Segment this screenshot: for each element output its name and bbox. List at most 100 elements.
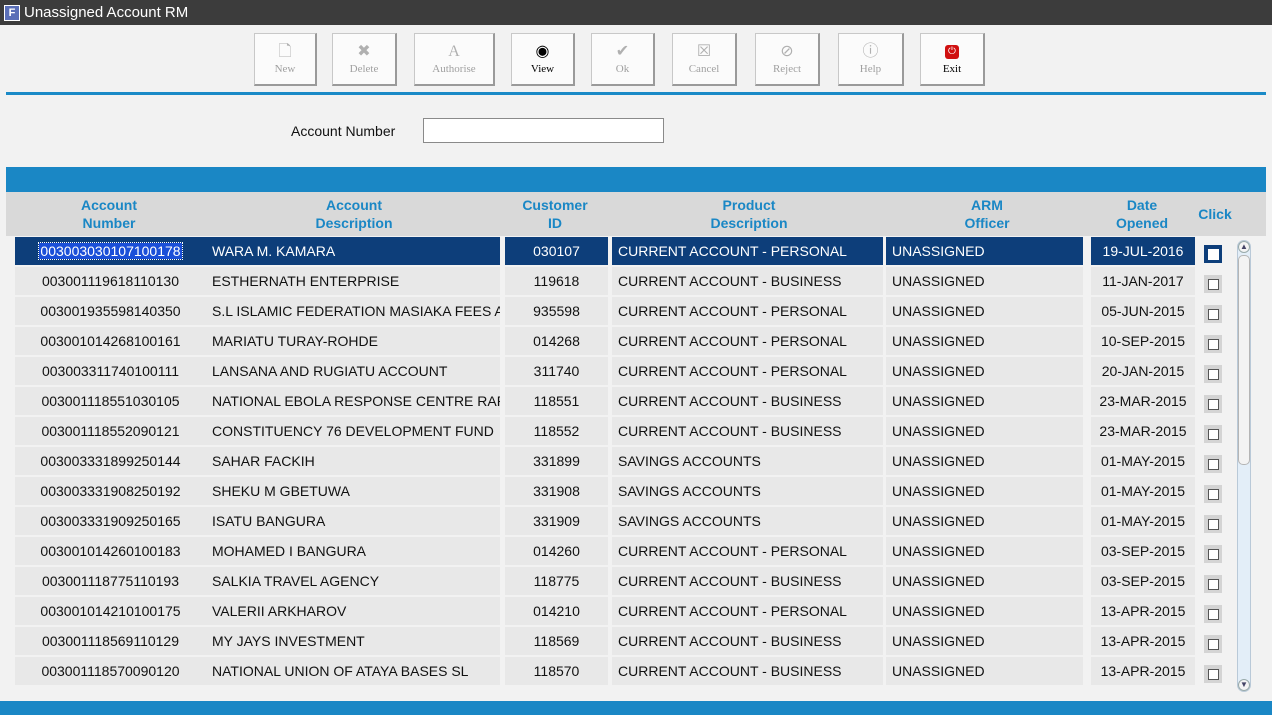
product-description-cell[interactable]: CURRENT ACCOUNT - PERSONAL <box>612 237 883 265</box>
account-number-cell[interactable]: 003001014210100175 <box>15 597 206 625</box>
row-select-checkbox[interactable] <box>1204 395 1222 413</box>
product-description-cell[interactable]: SAVINGS ACCOUNTS <box>612 477 883 505</box>
row-select-checkbox[interactable] <box>1204 305 1222 323</box>
account-description-cell[interactable]: MY JAYS INVESTMENT <box>206 627 500 655</box>
product-description-cell[interactable]: CURRENT ACCOUNT - PERSONAL <box>612 537 883 565</box>
customer-id-cell[interactable]: 331908 <box>505 477 608 505</box>
row-select-checkbox[interactable] <box>1204 545 1222 563</box>
row-select-checkbox[interactable] <box>1204 275 1222 293</box>
date-opened-cell[interactable]: 01-MAY-2015 <box>1091 477 1195 505</box>
account-number-cell[interactable]: 003003030107100178 <box>15 237 206 265</box>
date-opened-cell[interactable]: 01-MAY-2015 <box>1091 447 1195 475</box>
arm-officer-cell[interactable]: UNASSIGNED <box>886 447 1083 475</box>
account-description-cell[interactable]: SAHAR FACKIH <box>206 447 500 475</box>
arm-officer-cell[interactable]: UNASSIGNED <box>886 597 1083 625</box>
scroll-thumb[interactable] <box>1238 255 1250 465</box>
product-description-cell[interactable]: CURRENT ACCOUNT - BUSINESS <box>612 417 883 445</box>
customer-id-cell[interactable]: 118569 <box>505 627 608 655</box>
view-button[interactable]: ◉ View <box>511 33 575 86</box>
arm-officer-cell[interactable]: UNASSIGNED <box>886 567 1083 595</box>
arm-officer-cell[interactable]: UNASSIGNED <box>886 357 1083 385</box>
scroll-down-arrow-icon[interactable]: ▼ <box>1238 679 1250 691</box>
product-description-cell[interactable]: CURRENT ACCOUNT - BUSINESS <box>612 267 883 295</box>
header-customer-id[interactable]: Customer ID <box>504 192 606 236</box>
account-description-cell[interactable]: LANSANA AND RUGIATU ACCOUNT <box>206 357 500 385</box>
account-description-cell[interactable]: S.L ISLAMIC FEDERATION MASIAKA FEES A/C <box>206 297 500 325</box>
account-number-cell[interactable]: 003003311740100111 <box>15 357 206 385</box>
account-description-cell[interactable]: WARA M. KAMARA <box>206 237 500 265</box>
date-opened-cell[interactable]: 01-MAY-2015 <box>1091 507 1195 535</box>
ok-button[interactable]: ✔ Ok <box>591 33 655 86</box>
product-description-cell[interactable]: CURRENT ACCOUNT - BUSINESS <box>612 657 883 685</box>
row-select-checkbox[interactable] <box>1204 635 1222 653</box>
product-description-cell[interactable]: SAVINGS ACCOUNTS <box>612 507 883 535</box>
arm-officer-cell[interactable]: UNASSIGNED <box>886 297 1083 325</box>
arm-officer-cell[interactable]: UNASSIGNED <box>886 417 1083 445</box>
arm-officer-cell[interactable]: UNASSIGNED <box>886 657 1083 685</box>
scroll-up-arrow-icon[interactable]: ▲ <box>1238 241 1250 253</box>
account-number-cell[interactable]: 003001119618110130 <box>15 267 206 295</box>
arm-officer-cell[interactable]: UNASSIGNED <box>886 477 1083 505</box>
account-number-cell[interactable]: 003001118570090120 <box>15 657 206 685</box>
arm-officer-cell[interactable]: UNASSIGNED <box>886 537 1083 565</box>
customer-id-cell[interactable]: 118552 <box>505 417 608 445</box>
reject-button[interactable]: ⊘ Reject <box>755 33 820 86</box>
product-description-cell[interactable]: CURRENT ACCOUNT - PERSONAL <box>612 327 883 355</box>
customer-id-cell[interactable]: 311740 <box>505 357 608 385</box>
header-product-description[interactable]: Product Description <box>616 192 882 236</box>
customer-id-cell[interactable]: 118570 <box>505 657 608 685</box>
account-description-cell[interactable]: ISATU BANGURA <box>206 507 500 535</box>
product-description-cell[interactable]: CURRENT ACCOUNT - PERSONAL <box>612 297 883 325</box>
account-description-cell[interactable]: MOHAMED I BANGURA <box>206 537 500 565</box>
account-number-cell[interactable]: 003001118569110129 <box>15 627 206 655</box>
account-number-cell[interactable]: 003001014268100161 <box>15 327 206 355</box>
account-description-cell[interactable]: CONSTITUENCY 76 DEVELOPMENT FUND <box>206 417 500 445</box>
account-number-cell[interactable]: 003001014260100183 <box>15 537 206 565</box>
account-number-cell[interactable]: 003003331899250144 <box>15 447 206 475</box>
customer-id-cell[interactable]: 331899 <box>505 447 608 475</box>
date-opened-cell[interactable]: 13-APR-2015 <box>1091 597 1195 625</box>
account-number-cell[interactable]: 003001118775110193 <box>15 567 206 595</box>
row-select-checkbox[interactable] <box>1204 665 1222 683</box>
customer-id-cell[interactable]: 331909 <box>505 507 608 535</box>
cancel-button[interactable]: ☒ Cancel <box>672 33 737 86</box>
product-description-cell[interactable]: CURRENT ACCOUNT - PERSONAL <box>612 597 883 625</box>
header-date-opened[interactable]: Date Opened <box>1090 192 1194 236</box>
date-opened-cell[interactable]: 11-JAN-2017 <box>1091 267 1195 295</box>
row-select-checkbox[interactable] <box>1204 605 1222 623</box>
arm-officer-cell[interactable]: UNASSIGNED <box>886 267 1083 295</box>
date-opened-cell[interactable]: 05-JUN-2015 <box>1091 297 1195 325</box>
account-description-cell[interactable]: ESTHERNATH ENTERPRISE <box>206 267 500 295</box>
help-button[interactable]: ⓘ Help <box>838 33 904 86</box>
date-opened-cell[interactable]: 20-JAN-2015 <box>1091 357 1195 385</box>
delete-button[interactable]: ✖ Delete <box>332 33 397 86</box>
account-description-cell[interactable]: NATIONAL EBOLA RESPONSE CENTRE RAPID <box>206 387 500 415</box>
new-button[interactable]: 🗋 New <box>254 33 317 86</box>
date-opened-cell[interactable]: 19-JUL-2016 <box>1091 237 1195 265</box>
account-number-cell[interactable]: 003001935598140350 <box>15 297 206 325</box>
customer-id-cell[interactable]: 014268 <box>505 327 608 355</box>
row-select-checkbox[interactable] <box>1204 515 1222 533</box>
account-description-cell[interactable]: SALKIA TRAVEL AGENCY <box>206 567 500 595</box>
account-description-cell[interactable]: VALERII ARKHAROV <box>206 597 500 625</box>
account-number-cell[interactable]: 003003331908250192 <box>15 477 206 505</box>
account-number-cell[interactable]: 003001118551030105 <box>15 387 206 415</box>
row-select-checkbox[interactable] <box>1204 425 1222 443</box>
account-number-input[interactable] <box>423 118 664 143</box>
account-number-cell[interactable]: 003001118552090121 <box>15 417 206 445</box>
row-select-checkbox[interactable] <box>1204 365 1222 383</box>
vertical-scrollbar[interactable]: ▲ ▼ <box>1237 240 1251 692</box>
arm-officer-cell[interactable]: UNASSIGNED <box>886 387 1083 415</box>
header-arm-officer[interactable]: ARM Officer <box>890 192 1084 236</box>
row-select-checkbox[interactable] <box>1204 455 1222 473</box>
customer-id-cell[interactable]: 118775 <box>505 567 608 595</box>
date-opened-cell[interactable]: 13-APR-2015 <box>1091 627 1195 655</box>
customer-id-cell[interactable]: 118551 <box>505 387 608 415</box>
row-select-checkbox[interactable] <box>1204 245 1222 263</box>
date-opened-cell[interactable]: 23-MAR-2015 <box>1091 387 1195 415</box>
date-opened-cell[interactable]: 23-MAR-2015 <box>1091 417 1195 445</box>
account-description-cell[interactable]: MARIATU TURAY-ROHDE <box>206 327 500 355</box>
row-select-checkbox[interactable] <box>1204 335 1222 353</box>
exit-button[interactable]: ⏻ Exit <box>920 33 985 86</box>
row-select-checkbox[interactable] <box>1204 485 1222 503</box>
